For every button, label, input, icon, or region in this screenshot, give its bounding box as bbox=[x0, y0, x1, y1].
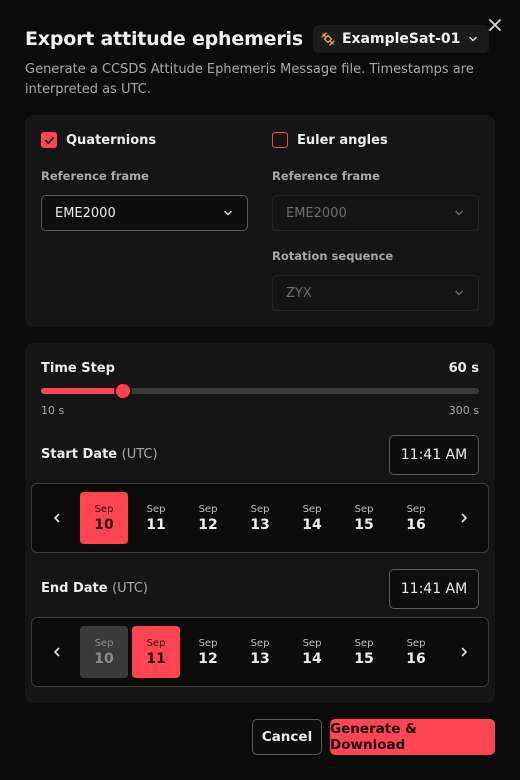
euler-angles-label: Euler angles bbox=[297, 132, 388, 148]
day-number: 16 bbox=[406, 516, 426, 533]
rotation-sequence-label: Rotation sequence bbox=[272, 249, 394, 263]
day-number: 16 bbox=[406, 650, 426, 667]
day-month: Sep bbox=[198, 503, 218, 515]
satellite-selector[interactable]: ExampleSat-01 bbox=[312, 25, 490, 53]
start-date-day-15[interactable]: Sep 15 bbox=[340, 492, 388, 544]
time-panel: Time Step 60 s 10 s 300 s Start Date (UT… bbox=[25, 343, 495, 703]
slider-thumb[interactable] bbox=[114, 382, 132, 400]
end-date-day-16[interactable]: Sep 16 bbox=[392, 626, 440, 678]
select-value: ZYX bbox=[286, 285, 312, 301]
dialog-description: Generate a CCSDS Attitude Ephemeris Mess… bbox=[25, 62, 474, 97]
close-icon bbox=[489, 19, 501, 31]
start-date-day-11[interactable]: Sep 11 bbox=[132, 492, 180, 544]
header: Export attitude ephemeris ExampleSat-01 bbox=[25, 25, 490, 53]
rotation-sequence-select: ZYX bbox=[272, 275, 479, 311]
time-step-value: 60 s bbox=[448, 361, 479, 376]
end-date-label: End Date (UTC) bbox=[41, 581, 148, 596]
export-dialog: Export attitude ephemeris ExampleSat-01 … bbox=[0, 0, 520, 780]
end-date-title: End Date bbox=[41, 581, 108, 596]
day-month: Sep bbox=[146, 637, 166, 649]
generate-download-button[interactable]: Generate & Download bbox=[330, 719, 495, 755]
time-step-min: 10 s bbox=[41, 404, 65, 417]
time-step-label: Time Step bbox=[41, 361, 115, 376]
day-month: Sep bbox=[250, 503, 270, 515]
day-number: 15 bbox=[354, 650, 374, 667]
quaternion-reference-frame-label: Reference frame bbox=[41, 169, 149, 183]
day-month: Sep bbox=[406, 503, 426, 515]
satellite-name: ExampleSat-01 bbox=[341, 31, 461, 47]
end-date-day-14[interactable]: Sep 14 bbox=[288, 626, 336, 678]
day-number: 10 bbox=[94, 516, 114, 533]
quaternions-checkbox[interactable]: Quaternions bbox=[41, 132, 156, 148]
start-next-button[interactable] bbox=[452, 506, 476, 530]
day-month: Sep bbox=[94, 503, 114, 515]
end-date-utc: (UTC) bbox=[112, 581, 149, 596]
euler-angles-checkbox[interactable]: Euler angles bbox=[272, 132, 388, 148]
orientation-panel: Quaternions Euler angles Reference frame… bbox=[25, 115, 495, 327]
start-date-day-16[interactable]: Sep 16 bbox=[392, 492, 440, 544]
chevron-right-icon bbox=[461, 647, 467, 657]
start-prev-button[interactable] bbox=[45, 506, 69, 530]
day-number: 11 bbox=[146, 516, 166, 533]
day-month: Sep bbox=[354, 637, 374, 649]
dialog-title: Export attitude ephemeris bbox=[25, 28, 303, 50]
quaternion-reference-frame-select[interactable]: EME2000 bbox=[41, 195, 248, 231]
start-date-label: Start Date (UTC) bbox=[41, 447, 158, 462]
time-step-slider[interactable] bbox=[41, 382, 479, 400]
start-date-title: Start Date bbox=[41, 447, 118, 462]
day-number: 12 bbox=[198, 516, 218, 533]
start-date-picker: Sep 10 Sep 11 Sep 12 Sep 13 Sep 14 Sep 15 Sep 16 bbox=[31, 483, 489, 553]
day-number: 11 bbox=[146, 650, 166, 667]
start-date-day-10[interactable]: Sep 10 bbox=[80, 492, 128, 544]
end-date-day-11[interactable]: Sep 11 bbox=[132, 626, 180, 678]
chevron-left-icon bbox=[54, 647, 60, 657]
day-number: 10 bbox=[94, 650, 114, 667]
checkbox-checked[interactable] bbox=[41, 132, 57, 148]
end-date-day-12[interactable]: Sep 12 bbox=[184, 626, 232, 678]
day-number: 13 bbox=[250, 650, 270, 667]
end-date-picker: Sep 10 Sep 11 Sep 12 Sep 13 Sep 14 Sep 15 Sep 16 bbox=[31, 617, 489, 687]
chevron-down-icon bbox=[469, 36, 478, 42]
start-date-day-13[interactable]: Sep 13 bbox=[236, 492, 284, 544]
chevron-down-icon bbox=[455, 210, 463, 216]
chevron-right-icon bbox=[461, 513, 467, 523]
day-month: Sep bbox=[406, 637, 426, 649]
day-number: 13 bbox=[250, 516, 270, 533]
checkbox-unchecked[interactable] bbox=[272, 132, 288, 148]
day-month: Sep bbox=[146, 503, 166, 515]
start-date-day-14[interactable]: Sep 14 bbox=[288, 492, 336, 544]
chevron-down-icon bbox=[224, 210, 232, 216]
end-next-button[interactable] bbox=[452, 640, 476, 664]
day-month: Sep bbox=[354, 503, 374, 515]
euler-reference-frame-label: Reference frame bbox=[272, 169, 380, 183]
select-value: EME2000 bbox=[55, 205, 116, 221]
day-number: 12 bbox=[198, 650, 218, 667]
chevron-down-icon bbox=[455, 290, 463, 296]
start-date-utc: (UTC) bbox=[121, 447, 158, 462]
satellite-icon bbox=[321, 32, 335, 46]
chevron-left-icon bbox=[54, 513, 60, 523]
end-date-day-15[interactable]: Sep 15 bbox=[340, 626, 388, 678]
cancel-button[interactable]: Cancel bbox=[252, 719, 322, 755]
day-month: Sep bbox=[94, 637, 114, 649]
day-number: 15 bbox=[354, 516, 374, 533]
day-number: 14 bbox=[302, 516, 322, 533]
euler-reference-frame-select: EME2000 bbox=[272, 195, 479, 231]
end-date-day-10: Sep 10 bbox=[80, 626, 128, 678]
select-value: EME2000 bbox=[286, 205, 347, 221]
checkmark-icon bbox=[44, 136, 54, 144]
day-month: Sep bbox=[302, 503, 322, 515]
quaternions-label: Quaternions bbox=[66, 132, 157, 148]
slider-fill bbox=[41, 388, 123, 394]
day-number: 14 bbox=[302, 650, 322, 667]
end-prev-button[interactable] bbox=[45, 640, 69, 664]
start-date-day-12[interactable]: Sep 12 bbox=[184, 492, 232, 544]
day-month: Sep bbox=[198, 637, 218, 649]
start-time-input[interactable]: 11:41 AM bbox=[389, 435, 479, 475]
day-month: Sep bbox=[302, 637, 322, 649]
time-step-max: 300 s bbox=[448, 404, 479, 417]
day-month: Sep bbox=[250, 637, 270, 649]
end-date-day-13[interactable]: Sep 13 bbox=[236, 626, 284, 678]
end-time-input[interactable]: 11:41 AM bbox=[389, 569, 479, 609]
